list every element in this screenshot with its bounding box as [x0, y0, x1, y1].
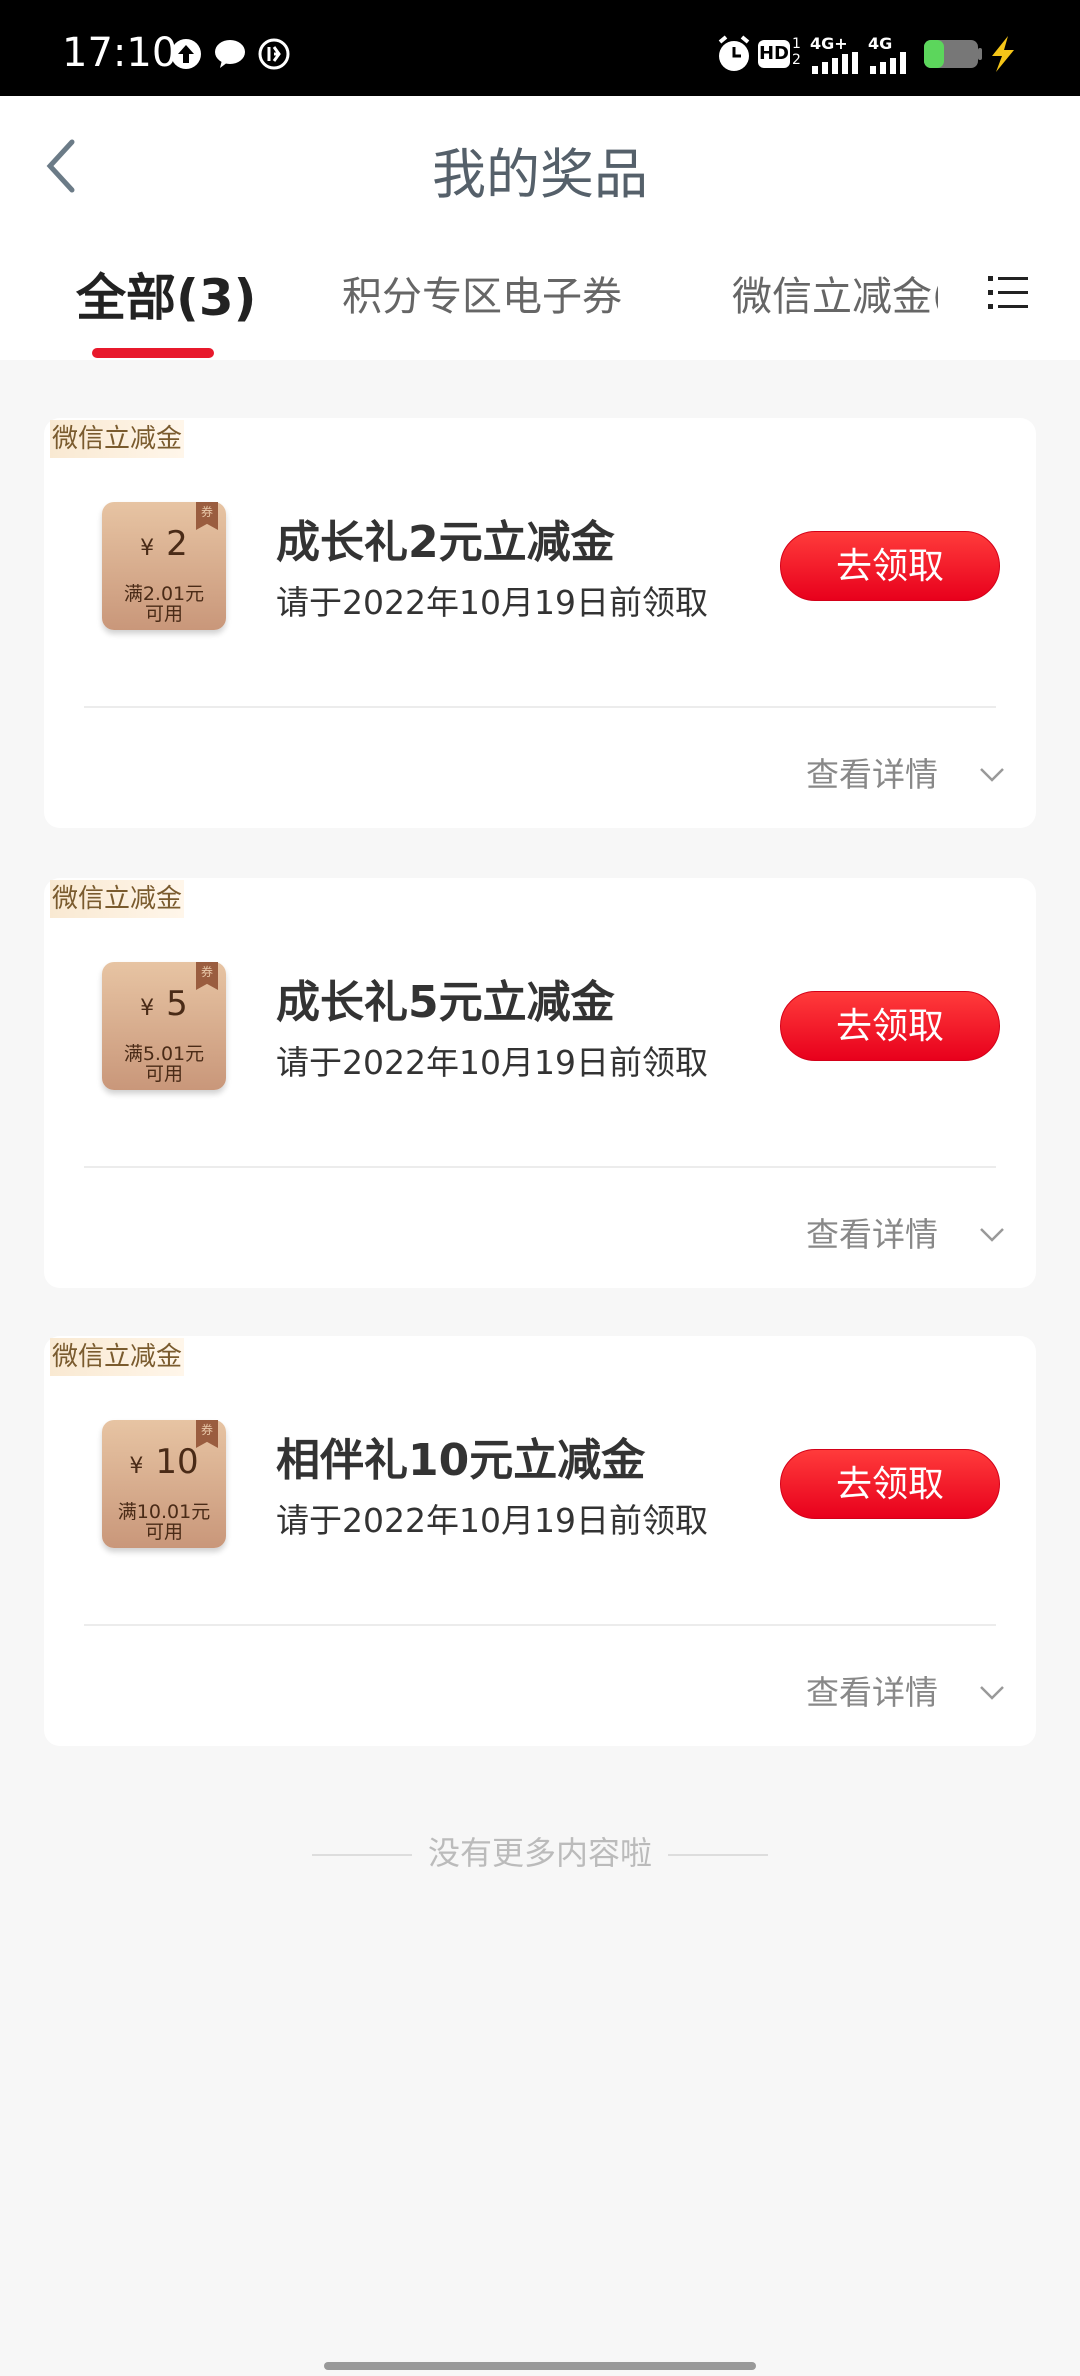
- prize-card: 微信立减金 券 ¥2 满2.01元 可用 成长礼2元立减金 请于2022年10月1…: [44, 418, 1036, 828]
- prize-deadline: 请于2022年10月19日前领取: [276, 1043, 708, 1082]
- charging-icon: [992, 36, 1014, 72]
- coupon-condition: 满5.01元 可用: [123, 1043, 205, 1085]
- coupon-thumbnail: 券 ¥2 满2.01元 可用: [102, 502, 226, 630]
- hd-voice-icon: HD 12: [758, 36, 801, 68]
- prize-deadline: 请于2022年10月19日前领取: [276, 1501, 708, 1540]
- card-divider: [84, 1166, 996, 1168]
- prize-deadline: 请于2022年10月19日前领取: [276, 583, 708, 622]
- end-of-list-note: 没有更多内容啦: [0, 1828, 1080, 1874]
- tab-points-coupons[interactable]: 积分专区电子券: [342, 264, 622, 322]
- tab-wechat-discount[interactable]: 微信立减金(: [732, 264, 938, 322]
- coupon-condition: 满2.01元 可用: [123, 583, 205, 625]
- status-bar: 17:10 HD 12 4G+ 4G: [0, 0, 1080, 96]
- signal-4g-icon: 4G: [868, 34, 914, 74]
- chevron-down-icon[interactable]: [978, 1684, 1006, 1702]
- coupon-amount: ¥10: [129, 1442, 199, 1482]
- view-details-link[interactable]: 查看详情: [806, 1666, 938, 1714]
- tab-all[interactable]: 全部(3): [76, 258, 257, 330]
- footer-line-left: [311, 1854, 412, 1856]
- card-divider: [84, 1624, 996, 1626]
- claim-button[interactable]: 去领取: [780, 991, 1000, 1061]
- prize-name: 成长礼5元立减金: [276, 977, 615, 1028]
- footer-line-right: [668, 1854, 768, 1856]
- prize-card: 微信立减金 券 ¥5 满5.01元 可用 成长礼5元立减金 请于2022年10月1…: [44, 878, 1036, 1288]
- end-of-list-text: 没有更多内容啦: [427, 1834, 652, 1872]
- view-details-link[interactable]: 查看详情: [806, 1208, 938, 1256]
- claim-button[interactable]: 去领取: [780, 1449, 1000, 1519]
- coupon-thumbnail: 券 ¥10 满10.01元 可用: [102, 1420, 226, 1548]
- prize-type-tag: 微信立减金: [50, 1338, 185, 1376]
- coupon-amount: ¥2: [140, 524, 188, 564]
- list-menu-icon[interactable]: [988, 274, 1028, 312]
- coupon-amount: ¥5: [140, 984, 188, 1024]
- active-tab-indicator: [92, 348, 214, 358]
- prize-card: 微信立减金 券 ¥10 满10.01元 可用 相伴礼10元立减金 请于2022年1…: [44, 1336, 1036, 1746]
- home-indicator[interactable]: [324, 2362, 756, 2370]
- status-time: 17:10: [62, 30, 178, 76]
- upload-notification-icon: [171, 39, 201, 69]
- signal-4g-plus-icon: 4G+: [810, 34, 860, 74]
- coupon-thumbnail: 券 ¥5 满5.01元 可用: [102, 962, 226, 1090]
- alarm-icon: [718, 35, 750, 71]
- card-divider: [84, 706, 996, 708]
- chevron-down-icon[interactable]: [978, 1226, 1006, 1244]
- chevron-down-icon[interactable]: [978, 766, 1006, 784]
- message-notification-icon: [215, 40, 245, 68]
- claim-button[interactable]: 去领取: [780, 531, 1000, 601]
- page-title: 我的奖品: [432, 143, 648, 206]
- prize-name: 成长礼2元立减金: [276, 517, 615, 568]
- battery-icon: [924, 40, 982, 68]
- prize-type-tag: 微信立减金: [50, 880, 185, 918]
- view-details-link[interactable]: 查看详情: [806, 748, 938, 796]
- app-header: 我的奖品 全部(3) 积分专区电子券 微信立减金(: [0, 96, 1080, 360]
- coupon-condition: 满10.01元 可用: [117, 1501, 211, 1543]
- prize-type-tag: 微信立减金: [50, 420, 185, 458]
- app-notification-icon: [258, 38, 290, 70]
- prize-name: 相伴礼10元立减金: [276, 1435, 646, 1486]
